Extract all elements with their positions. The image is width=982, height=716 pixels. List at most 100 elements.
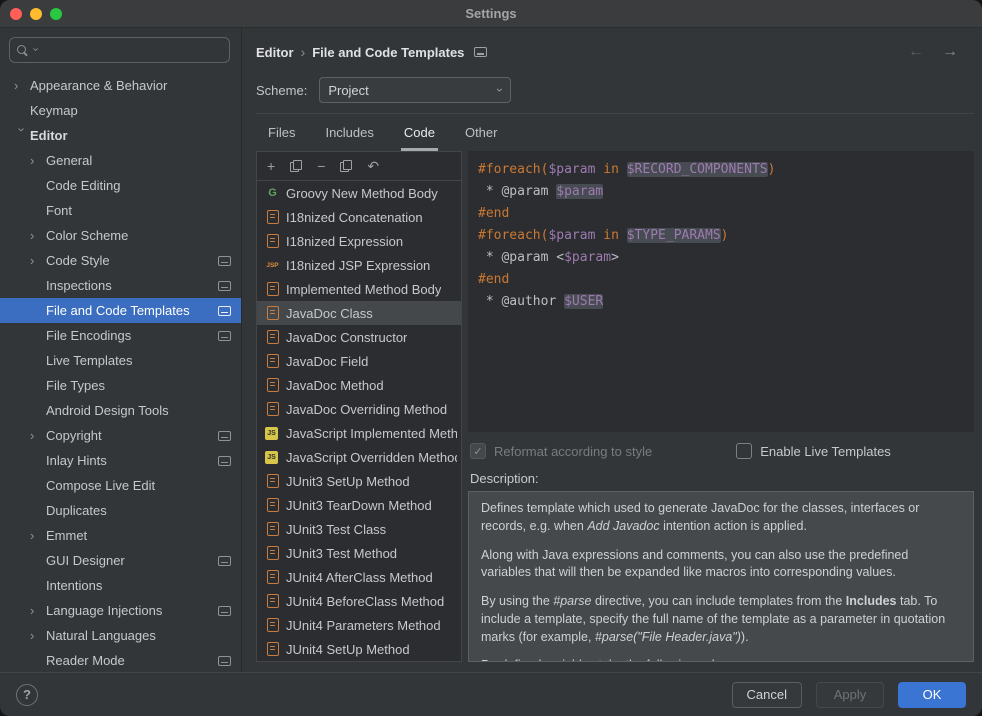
zoom-button[interactable] (50, 8, 62, 20)
sidebar-item-live-templates[interactable]: Live Templates (0, 348, 241, 373)
template-icon (265, 570, 280, 585)
template-item-i18nized-concatenation[interactable]: I18nized Concatenation (257, 205, 461, 229)
template-item-junit4-parameters-method[interactable]: JUnit4 Parameters Method (257, 613, 461, 637)
sidebar-item-font[interactable]: Font (0, 198, 241, 223)
tab-includes[interactable]: Includes (322, 114, 376, 151)
tab-other[interactable]: Other (462, 114, 501, 151)
sidebar-item-file-encodings[interactable]: File Encodings (0, 323, 241, 348)
minimize-button[interactable] (30, 8, 42, 20)
sidebar-item-natural-languages[interactable]: ›Natural Languages (0, 623, 241, 648)
project-scope-icon (218, 431, 231, 441)
template-item-junit3-test-class[interactable]: JUnit3 Test Class (257, 517, 461, 541)
js-icon: JS (265, 427, 278, 440)
template-item-javadoc-overriding-method[interactable]: JavaDoc Overriding Method (257, 397, 461, 421)
help-button[interactable]: ? (16, 684, 38, 706)
copy-icon[interactable] (290, 160, 302, 172)
template-item-javascript-implemented-method-body[interactable]: JSJavaScript Implemented Method Body (257, 421, 461, 445)
sidebar-item-intentions[interactable]: Intentions (0, 573, 241, 598)
template-item-junit4-afterclass-method[interactable]: JUnit4 AfterClass Method (257, 565, 461, 589)
template-item-label: JUnit4 AfterClass Method (286, 570, 433, 585)
template-item-i18nized-expression[interactable]: I18nized Expression (257, 229, 461, 253)
sidebar-item-copyright[interactable]: ›Copyright (0, 423, 241, 448)
chevron-down-icon[interactable]: › (16, 128, 29, 144)
sidebar-item-inlay-hints[interactable]: Inlay Hints (0, 448, 241, 473)
reformat-checkbox[interactable]: ✓ Reformat according to style (470, 443, 652, 459)
template-item-label: JavaScript Overridden Method Body (286, 450, 457, 465)
sidebar-item-color-scheme[interactable]: ›Color Scheme (0, 223, 241, 248)
template-list-pane: + − ↶ GGroovy New Method BodyI18nized Conc… (256, 151, 462, 662)
ok-button[interactable]: OK (898, 682, 966, 708)
chevron-right-icon[interactable]: › (30, 604, 46, 617)
template-item-label: Implemented Method Body (286, 282, 441, 297)
template-item-i18nized-jsp-expression[interactable]: JSPI18nized JSP Expression (257, 253, 461, 277)
sidebar-item-inspections[interactable]: Inspections (0, 273, 241, 298)
settings-search[interactable]: › (9, 37, 230, 63)
chevron-right-icon[interactable]: › (30, 154, 46, 167)
duplicate-icon[interactable] (340, 160, 352, 172)
history-nav: ← → (908, 44, 974, 60)
description-text[interactable]: Defines template which used to generate … (468, 491, 974, 662)
sidebar-item-code-editing[interactable]: Code Editing (0, 173, 241, 198)
template-item-implemented-method-body[interactable]: Implemented Method Body (257, 277, 461, 301)
tab-code[interactable]: Code (401, 114, 438, 151)
template-item-label: JUnit4 SetUp Method (286, 642, 410, 657)
sidebar-item-gui-designer[interactable]: GUI Designer (0, 548, 241, 573)
sidebar-item-reader-mode[interactable]: Reader Mode (0, 648, 241, 672)
checkbox-unchecked-icon (736, 443, 752, 459)
template-item-javascript-overridden-method-body[interactable]: JSJavaScript Overridden Method Body (257, 445, 461, 469)
template-item-javadoc-field[interactable]: JavaDoc Field (257, 349, 461, 373)
apply-button[interactable]: Apply (816, 682, 884, 708)
template-item-junit4-setup-method[interactable]: JUnit4 SetUp Method (257, 637, 461, 661)
scheme-dropdown[interactable]: Project › (319, 77, 511, 103)
template-item-junit3-setup-method[interactable]: JUnit3 SetUp Method (257, 469, 461, 493)
remove-icon[interactable]: − (317, 159, 325, 173)
sidebar-item-android-design-tools[interactable]: Android Design Tools (0, 398, 241, 423)
tab-files[interactable]: Files (265, 114, 298, 151)
description-paragraph: Predefined variables take the following … (481, 657, 961, 662)
back-arrow-icon[interactable]: ← (908, 44, 924, 60)
template-icon (265, 522, 280, 537)
chevron-right-icon[interactable]: › (30, 254, 46, 267)
template-item-javadoc-class[interactable]: JavaDoc Class (257, 301, 461, 325)
sidebar-item-file-types[interactable]: File Types (0, 373, 241, 398)
settings-search-input[interactable] (41, 42, 223, 59)
close-button[interactable] (10, 8, 22, 20)
template-item-groovy-new-method-body[interactable]: GGroovy New Method Body (257, 181, 461, 205)
template-editor[interactable]: #foreach($param in $RECORD_COMPONENTS) *… (468, 151, 974, 432)
sidebar-item-file-and-code-templates[interactable]: File and Code Templates (0, 298, 241, 323)
live-templates-checkbox[interactable]: Enable Live Templates (736, 443, 891, 459)
breadcrumb-editor[interactable]: Editor (256, 45, 294, 60)
template-icon (265, 402, 280, 417)
template-item-javadoc-constructor[interactable]: JavaDoc Constructor (257, 325, 461, 349)
sidebar-item-appearance-behavior[interactable]: ›Appearance & Behavior (0, 73, 241, 98)
chevron-right-icon[interactable]: › (30, 529, 46, 542)
sidebar-item-label: Intentions (46, 578, 231, 593)
chevron-right-icon[interactable]: › (30, 429, 46, 442)
add-icon[interactable]: + (267, 159, 275, 173)
chevron-right-icon[interactable]: › (30, 629, 46, 642)
breadcrumb: Editor › File and Code Templates (256, 44, 487, 60)
template-item-label: I18nized JSP Expression (286, 258, 430, 273)
template-item-junit3-test-method[interactable]: JUnit3 Test Method (257, 541, 461, 565)
template-item-junit3-teardown-method[interactable]: JUnit3 TearDown Method (257, 493, 461, 517)
sidebar-item-compose-live-edit[interactable]: Compose Live Edit (0, 473, 241, 498)
sidebar-item-label: File Types (46, 378, 231, 393)
cancel-button[interactable]: Cancel (732, 682, 802, 708)
chevron-right-icon[interactable]: › (30, 229, 46, 242)
sidebar-item-label: Natural Languages (46, 628, 231, 643)
sidebar-item-duplicates[interactable]: Duplicates (0, 498, 241, 523)
sidebar-item-code-style[interactable]: ›Code Style (0, 248, 241, 273)
forward-arrow-icon[interactable]: → (942, 44, 958, 60)
sidebar-item-keymap[interactable]: Keymap (0, 98, 241, 123)
template-item-javadoc-method[interactable]: JavaDoc Method (257, 373, 461, 397)
template-item-label: JavaDoc Field (286, 354, 368, 369)
chevron-right-icon[interactable]: › (14, 79, 30, 92)
sidebar-item-language-injections[interactable]: ›Language Injections (0, 598, 241, 623)
reset-icon[interactable]: ↶ (367, 159, 379, 173)
sidebar-item-general[interactable]: ›General (0, 148, 241, 173)
template-item-junit4-beforeclass-method[interactable]: JUnit4 BeforeClass Method (257, 589, 461, 613)
sidebar-item-editor[interactable]: ›Editor (0, 123, 241, 148)
sidebar-item-emmet[interactable]: ›Emmet (0, 523, 241, 548)
sidebar-item-label: Code Style (46, 253, 218, 268)
settings-tree: ›Appearance & BehaviorKeymap›Editor›Gene… (0, 69, 241, 672)
